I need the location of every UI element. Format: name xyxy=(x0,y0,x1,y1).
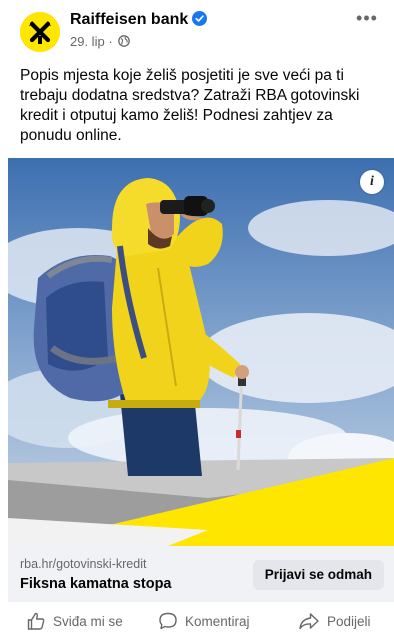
like-button[interactable]: Sviđa mi se xyxy=(26,610,123,632)
more-options-button[interactable]: ••• xyxy=(354,8,380,28)
post-actions: Sviđa mi se Komentiraj Podijeli xyxy=(0,606,394,635)
ad-url: rba.hr/gotovinski-kredit xyxy=(20,557,147,571)
comment-label: Komentiraj xyxy=(185,613,250,629)
post-text: Popis mjesta koje želiš posjetiti je sve… xyxy=(20,67,360,144)
meta-separator: · xyxy=(108,34,113,49)
page-name-label: Raiffeisen bank xyxy=(70,11,189,28)
like-label: Sviđa mi se xyxy=(53,613,123,629)
post-date[interactable]: 29. lip xyxy=(70,34,105,49)
share-label: Podijeli xyxy=(327,613,371,629)
hiker-with-binoculars-image xyxy=(8,158,394,546)
page-avatar[interactable] xyxy=(20,12,60,52)
ad-info-button[interactable]: i xyxy=(360,170,384,194)
post-header: Raiffeisen bank 29. lip · ••• xyxy=(0,0,394,58)
page-name[interactable]: Raiffeisen bank xyxy=(70,11,208,29)
share-arrow-icon xyxy=(299,613,319,630)
globe-icon xyxy=(118,35,131,47)
post-meta: 29. lip · xyxy=(70,34,131,49)
ad-headline: Fiksna kamatna stopa xyxy=(20,576,172,592)
apply-now-button[interactable]: Prijavi se odmah xyxy=(252,560,384,590)
verified-badge-icon xyxy=(192,11,208,26)
ad-link-bar[interactable]: rba.hr/gotovinski-kredit Fiksna kamatna … xyxy=(8,546,394,602)
comment-button[interactable]: Komentiraj xyxy=(158,610,250,632)
thumbs-up-icon xyxy=(27,612,45,630)
share-button[interactable]: Podijeli xyxy=(298,610,371,632)
raiffeisen-logo-icon xyxy=(20,12,60,52)
comment-icon xyxy=(159,612,177,630)
ad-image[interactable]: i xyxy=(8,158,394,546)
